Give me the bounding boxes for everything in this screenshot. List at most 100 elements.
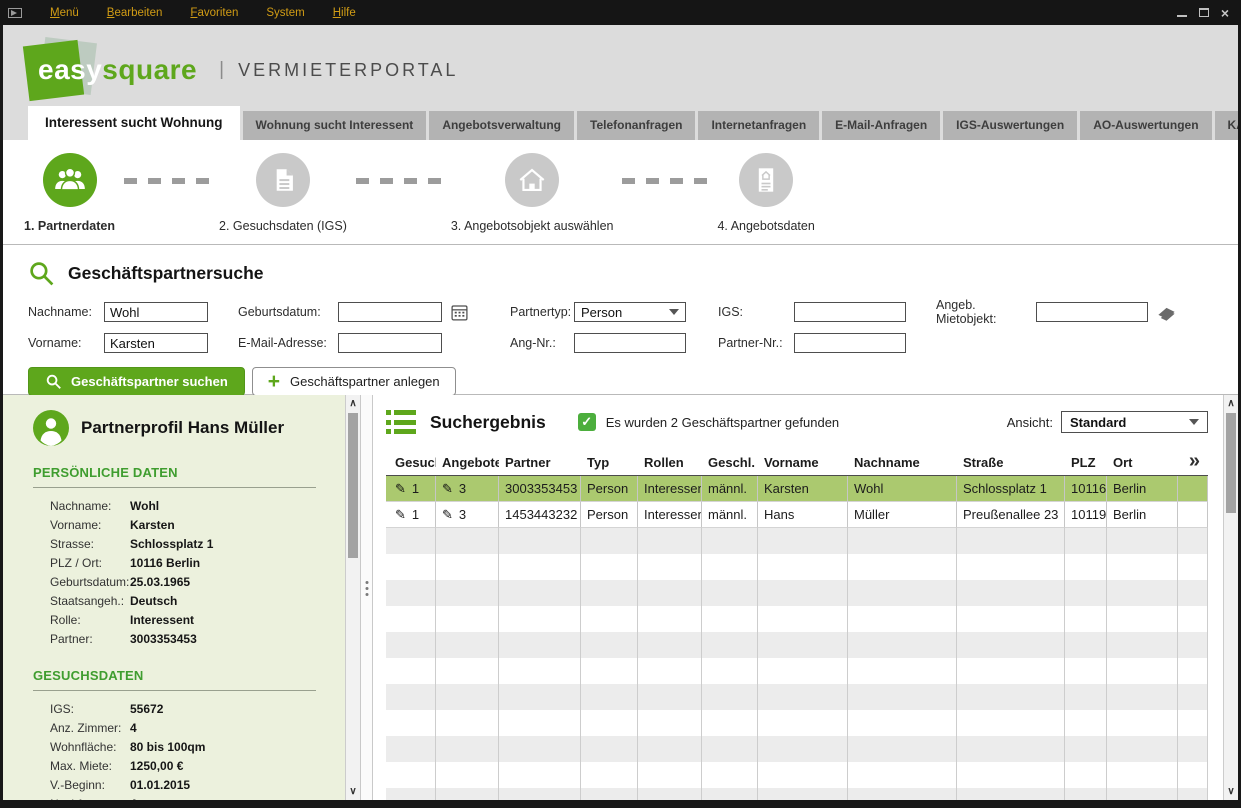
scroll-down-icon[interactable]: ∨ xyxy=(346,784,360,799)
search-partner-button[interactable]: Geschäftspartner suchen xyxy=(28,367,245,396)
menu-bar: MenüBearbeitenFavoritenSystemHilfe xyxy=(36,7,370,19)
profile-scrollbar[interactable]: ∧ ∨ xyxy=(345,395,360,800)
mietobjekt-field[interactable] xyxy=(1036,302,1148,322)
column-header-strasse[interactable]: Straße xyxy=(957,450,1065,475)
tab-telefonanfragen[interactable]: Telefonanfragen xyxy=(577,111,695,140)
angnr-field[interactable] xyxy=(574,333,686,353)
tab-internetanfragen[interactable]: Internetanfragen xyxy=(698,111,819,140)
empty-cell xyxy=(499,632,581,658)
layers-icon[interactable] xyxy=(1156,302,1177,323)
profile-row-label: Anz. Zimmer: xyxy=(50,719,130,738)
empty-cell xyxy=(848,658,957,684)
profile-row-rolle: Rolle:Interessent xyxy=(33,611,316,630)
empty-cell xyxy=(436,528,499,554)
column-header-plz[interactable]: PLZ xyxy=(1065,450,1107,475)
profile-row-value: 55672 xyxy=(130,700,316,719)
empty-cell xyxy=(436,736,499,762)
edit-icon[interactable]: ✎ xyxy=(395,507,406,522)
more-columns-icon[interactable]: » xyxy=(1178,450,1208,475)
offer-document-icon xyxy=(739,153,793,207)
empty-cell xyxy=(638,710,702,736)
nachname-field[interactable] xyxy=(104,302,208,322)
empty-cell xyxy=(386,788,436,800)
table-row[interactable]: ✎1✎31453443232PersonInteressentmännl.Han… xyxy=(386,502,1208,528)
empty-cell xyxy=(957,554,1065,580)
scrollbar-thumb[interactable] xyxy=(348,413,358,558)
empty-cell xyxy=(1065,736,1107,762)
profile-row-geburtsdatum: Geburtsdatum:25.03.1965 xyxy=(33,573,316,592)
maximize-icon[interactable] xyxy=(1199,8,1209,17)
igs-label: IGS: xyxy=(718,305,794,319)
column-header-gesuche[interactable]: Gesuche xyxy=(386,450,436,475)
table-cell-strasse: Preußenallee 23 xyxy=(957,502,1065,528)
empty-cell xyxy=(1107,580,1178,606)
empty-cell xyxy=(848,528,957,554)
menu-item-menu[interactable]: Menü xyxy=(36,7,93,19)
scrollbar-thumb[interactable] xyxy=(1226,413,1236,513)
column-header-rollen[interactable]: Rollen xyxy=(638,450,702,475)
profile-section-gesuchsdaten: GESUCHSDATENIGS:55672Anz. Zimmer:4Wohnfl… xyxy=(33,668,316,800)
column-header-ort[interactable]: Ort xyxy=(1107,450,1178,475)
panel-splitter[interactable] xyxy=(360,395,373,800)
profile-row-value: 4 xyxy=(130,719,316,738)
partnernr-field[interactable] xyxy=(794,333,906,353)
table-empty-row xyxy=(386,684,1208,710)
wizard-step-4-angebotsdaten[interactable]: 4. Angebotsdaten xyxy=(717,153,814,233)
empty-cell xyxy=(436,762,499,788)
empty-cell xyxy=(758,736,848,762)
edit-icon[interactable]: ✎ xyxy=(395,481,406,496)
edit-icon[interactable]: ✎ xyxy=(442,507,453,522)
wizard-step-label: 1. Partnerdaten xyxy=(24,219,115,233)
column-header-vorname[interactable]: Vorname xyxy=(758,450,848,475)
column-header-geschl[interactable]: Geschl. xyxy=(702,450,758,475)
geburtsdatum-field[interactable] xyxy=(338,302,442,322)
menu-item-bearbeiten[interactable]: Bearbeiten xyxy=(93,7,177,19)
column-header-nachname[interactable]: Nachname xyxy=(848,450,957,475)
splitter-grip-icon[interactable] xyxy=(365,581,368,596)
wizard-step-1-partnerdaten[interactable]: 1. Partnerdaten xyxy=(24,153,115,233)
section-divider xyxy=(33,690,316,691)
profile-row-label: Geburtsdatum: xyxy=(50,573,130,592)
close-icon[interactable]: × xyxy=(1221,7,1229,19)
menu-item-favoriten[interactable]: Favoriten xyxy=(176,7,252,19)
wizard-connector xyxy=(356,178,442,184)
edit-icon[interactable]: ✎ xyxy=(442,481,453,496)
tab-ao-auswertungen[interactable]: AO-Auswertungen xyxy=(1080,111,1211,140)
tab-wohnung-sucht-interessent[interactable]: Wohnung sucht Interessent xyxy=(243,111,427,140)
menu-item-hilfe[interactable]: Hilfe xyxy=(319,7,370,19)
email-field[interactable] xyxy=(338,333,442,353)
empty-cell xyxy=(702,606,758,632)
tab-angebotsverwaltung[interactable]: Angebotsverwaltung xyxy=(429,111,574,140)
app-menu-icon[interactable] xyxy=(8,8,22,18)
empty-cell xyxy=(638,788,702,800)
empty-cell xyxy=(1065,658,1107,684)
menu-item-system[interactable]: System xyxy=(252,7,318,19)
column-header-partner[interactable]: Partner xyxy=(499,450,581,475)
scroll-up-icon[interactable]: ∧ xyxy=(346,396,360,411)
tab-igs-auswertungen[interactable]: IGS-Auswertungen xyxy=(943,111,1077,140)
table-cell-vorname: Hans xyxy=(758,502,848,528)
table-row[interactable]: ✎1✎33003353453PersonInteressentmännl.Kar… xyxy=(386,476,1208,502)
view-select[interactable]: Standard xyxy=(1061,411,1208,433)
column-header-typ[interactable]: Typ xyxy=(581,450,638,475)
empty-cell xyxy=(758,710,848,736)
column-header-angebote[interactable]: Angebote xyxy=(436,450,499,475)
igs-field[interactable] xyxy=(794,302,906,322)
calendar-icon[interactable] xyxy=(450,303,469,322)
empty-cell xyxy=(1065,684,1107,710)
results-scrollbar[interactable]: ∧ ∨ xyxy=(1223,395,1238,800)
tab-e-mail-anfragen[interactable]: E-Mail-Anfragen xyxy=(822,111,940,140)
scroll-down-icon[interactable]: ∨ xyxy=(1224,784,1238,799)
partnertyp-select[interactable]: Person xyxy=(574,302,686,322)
create-partner-button[interactable]: + Geschäftspartner anlegen xyxy=(252,367,456,396)
profile-section-personliche-daten: PERSÖNLICHE DATENNachname:WohlVorname:Ka… xyxy=(33,465,316,649)
wizard-step-2-gesuchsdaten-igs[interactable]: 2. Gesuchsdaten (IGS) xyxy=(219,153,347,233)
tab-interessent-sucht-wohnung[interactable]: Interessent sucht Wohnung xyxy=(28,106,240,140)
app-header: easysquare | VERMIETERPORTAL Interessent… xyxy=(0,25,1241,140)
vorname-field[interactable] xyxy=(104,333,208,353)
empty-cell xyxy=(436,788,499,800)
minimize-icon[interactable] xyxy=(1177,8,1187,17)
profile-row-label: Max. Miete: xyxy=(50,757,130,776)
wizard-step-3-angebotsobjekt-auswahlen[interactable]: 3. Angebotsobjekt auswählen xyxy=(451,153,614,233)
scroll-up-icon[interactable]: ∧ xyxy=(1224,396,1238,411)
